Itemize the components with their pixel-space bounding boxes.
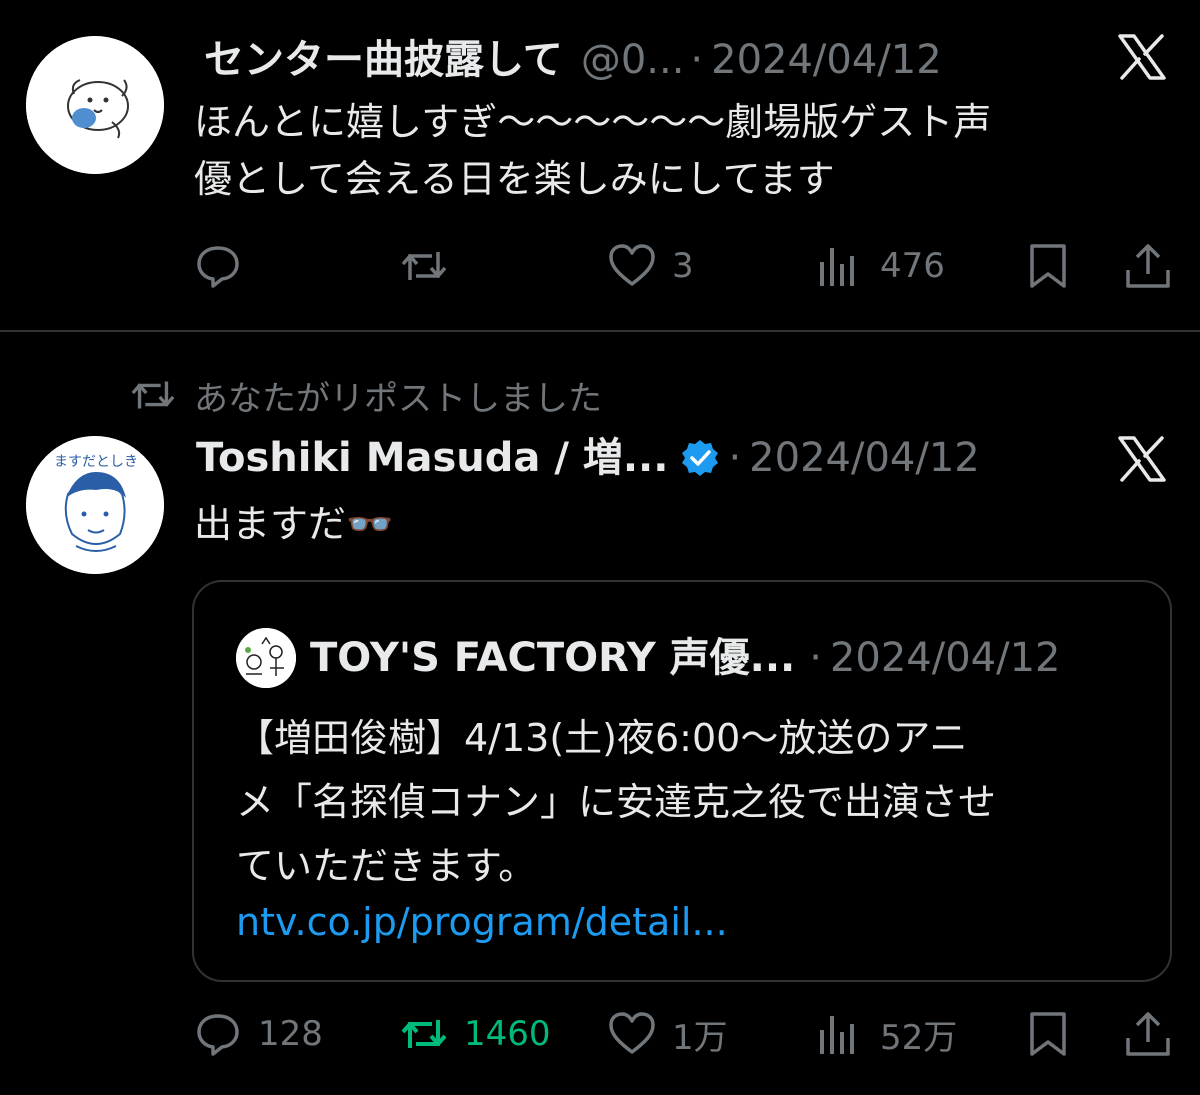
repost-icon: [401, 252, 447, 280]
like-count: 3: [672, 246, 694, 286]
views-button[interactable]: 52万: [814, 1004, 957, 1064]
avatar-illustration-icon: ますだとしき: [26, 436, 164, 574]
like-button[interactable]: 1万: [606, 1004, 728, 1064]
reply-icon: [197, 246, 239, 288]
quoted-text-line: メ「名探偵コナン」に安達克之役で出演させ: [236, 780, 997, 824]
repost-count: 1460: [464, 1014, 551, 1054]
quoted-tweet-date[interactable]: 2024/04/12: [830, 634, 1061, 682]
avatar-signature: ますだとしき: [54, 454, 138, 470]
tweet-header: Toshiki Masuda / 増... · 2024/04/12: [196, 434, 980, 482]
avatar-illustration-icon: [236, 628, 296, 688]
repost-icon: [131, 381, 175, 409]
like-button[interactable]: 3: [606, 236, 694, 296]
bookmark-button[interactable]: [1022, 1004, 1074, 1064]
reply-button[interactable]: [192, 236, 258, 296]
avatar-illustration-icon: [26, 36, 164, 174]
action-bar: 128 1460 1万 52万: [192, 1004, 1172, 1064]
quoted-text-line: 【増田俊樹】4/13(土)夜6:00〜放送のアニ: [236, 716, 968, 760]
views-button[interactable]: 476: [814, 236, 945, 296]
tweet-text-line: ほんとに嬉しすぎ〜〜〜〜〜〜劇場版ゲスト声: [194, 100, 992, 144]
bookmark-icon: [1030, 1012, 1066, 1056]
repost-button[interactable]: [398, 236, 464, 296]
action-bar: 3 476: [192, 236, 1172, 296]
x-logo-icon: [1118, 436, 1166, 482]
reply-button[interactable]: 128: [192, 1004, 323, 1064]
repost-button[interactable]: 1460: [398, 1004, 551, 1064]
views-count: 52万: [880, 1017, 958, 1058]
repost-note-text: あなたがリポストしました: [194, 378, 602, 419]
share-icon: [1126, 244, 1170, 288]
tweet-text: 出ますだ👓: [194, 502, 394, 546]
avatar[interactable]: [26, 36, 164, 174]
quoted-tweet-text: 【増田俊樹】4/13(土)夜6:00〜放送のアニ メ「名探偵コナン」に安達克之役…: [236, 706, 1156, 898]
reply-icon: [197, 1014, 239, 1056]
tweet-text-line: 優として会える日を楽しみにしてます: [194, 157, 835, 201]
tweet[interactable]: あなたがリポストしました ますだとしき Toshiki Masuda / 増..…: [0, 332, 1200, 1095]
tweet-text: ほんとに嬉しすぎ〜〜〜〜〜〜劇場版ゲスト声 優として会える日を楽しみにしてます: [194, 94, 1154, 208]
tweet-date[interactable]: 2024/04/12: [711, 36, 942, 84]
repost-indicator: あなたがリポストしました: [128, 370, 602, 420]
quoted-text-line: ていただきます。: [236, 844, 537, 888]
share-button[interactable]: [1122, 236, 1174, 296]
quoted-display-name[interactable]: TOY'S FACTORY 声優...: [310, 634, 795, 682]
bookmark-button[interactable]: [1022, 236, 1074, 296]
quoted-avatar[interactable]: [236, 628, 296, 688]
quoted-tweet-header: TOY'S FACTORY 声優... · 2024/04/12: [236, 628, 1061, 688]
like-icon: [609, 1012, 655, 1054]
separator-dot: ·: [728, 435, 742, 481]
share-button[interactable]: [1122, 1004, 1174, 1064]
separator-dot: ·: [690, 37, 704, 83]
tweet-header: センター曲披露して @0... · 2024/04/12: [204, 36, 942, 84]
quoted-tweet[interactable]: TOY'S FACTORY 声優... · 2024/04/12 【増田俊樹】4…: [192, 580, 1172, 982]
separator-dot: ·: [809, 635, 822, 681]
views-icon: [820, 1016, 854, 1054]
tweet[interactable]: センター曲披露して @0... · 2024/04/12 ほんとに嬉しすぎ〜〜〜…: [0, 0, 1200, 330]
display-name[interactable]: Toshiki Masuda / 増...: [196, 434, 668, 482]
tweet-date[interactable]: 2024/04/12: [749, 434, 980, 482]
x-logo-icon: [1118, 34, 1166, 80]
repost-icon: [401, 1020, 447, 1048]
avatar[interactable]: ますだとしき: [26, 436, 164, 574]
display-name[interactable]: センター曲披露して: [204, 36, 563, 84]
verified-badge-icon: [682, 440, 719, 476]
views-count: 476: [880, 246, 945, 286]
like-icon: [609, 244, 655, 286]
bookmark-icon: [1030, 244, 1066, 288]
like-count: 1万: [672, 1017, 728, 1058]
reply-count: 128: [258, 1014, 323, 1054]
quoted-tweet-link[interactable]: ntv.co.jp/program/detail...: [236, 898, 728, 946]
views-icon: [820, 248, 854, 286]
share-icon: [1126, 1012, 1170, 1056]
user-handle[interactable]: @0...: [581, 36, 685, 84]
